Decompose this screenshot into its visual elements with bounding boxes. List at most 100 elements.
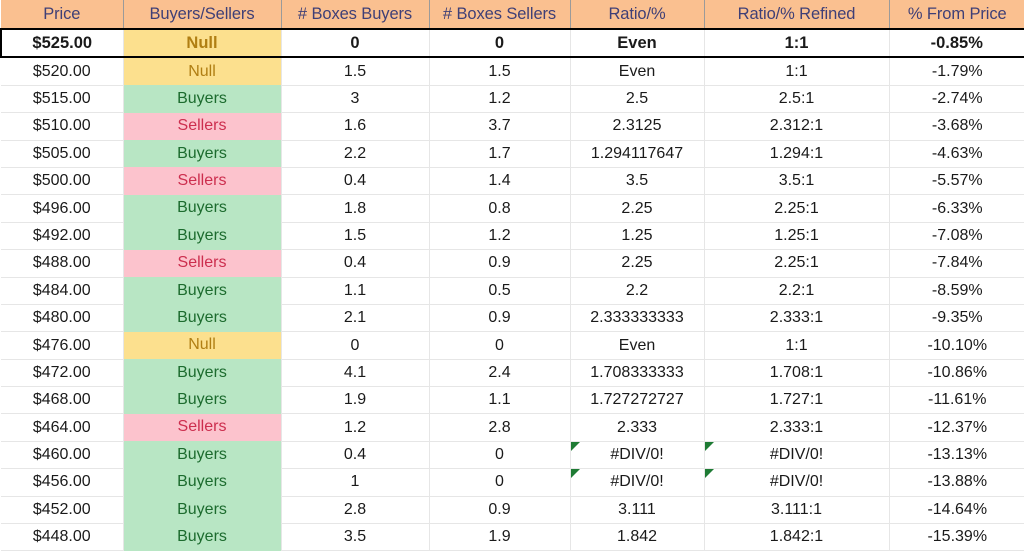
cell-price[interactable]: $520.00 [1, 57, 124, 86]
table-row[interactable]: $492.00 Buyers 1.5 1.2 1.25 1.25:1 -7.08% [1, 222, 1024, 251]
cell-ratio-refined[interactable]: 2.2:1 [704, 277, 890, 305]
cell-boxes-sellers[interactable]: 1.2 [429, 85, 571, 114]
cell-ratio[interactable]: 2.25 [570, 194, 705, 223]
cell-ratio-refined[interactable]: 2.333:1 [704, 413, 890, 442]
cell-pct-from-price[interactable]: -0.85% [889, 27, 1024, 59]
cell-pct-from-price[interactable]: -8.59% [889, 277, 1024, 305]
cell-boxes-buyers[interactable]: 2.2 [281, 140, 430, 168]
cell-ratio-refined[interactable]: 2.333:1 [704, 304, 890, 333]
cell-ratio[interactable]: 2.3125 [570, 112, 705, 141]
cell-ratio[interactable]: 3.5 [570, 167, 705, 196]
cell-ratio[interactable]: 2.333 [570, 413, 705, 442]
cell-signal[interactable]: Buyers [123, 85, 282, 113]
cell-boxes-sellers[interactable]: 1.1 [429, 386, 571, 415]
cell-ratio[interactable]: 1.294117647 [570, 140, 705, 168]
column-header-ratio-refined[interactable]: Ratio/% Refined [704, 0, 890, 30]
table-row[interactable]: $500.00 Sellers 0.4 1.4 3.5 3.5:1 -5.57% [1, 167, 1024, 196]
table-row[interactable]: $480.00 Buyers 2.1 0.9 2.333333333 2.333:1 -9.… [1, 304, 1024, 333]
cell-price[interactable]: $452.00 [1, 496, 124, 525]
cell-signal[interactable]: Buyers [123, 140, 282, 168]
table-row[interactable]: $452.00 Buyers 2.8 0.9 3.111 3.111:1 -14.64% [1, 496, 1024, 525]
cell-ratio[interactable]: 1.708333333 [570, 359, 705, 388]
cell-boxes-sellers[interactable]: 0.9 [429, 304, 571, 333]
cell-signal[interactable]: Null [123, 27, 282, 59]
cell-pct-from-price[interactable]: -10.10% [889, 331, 1024, 360]
cell-signal[interactable]: Buyers [123, 441, 282, 469]
cell-signal[interactable]: Sellers [123, 112, 282, 141]
cell-boxes-sellers[interactable]: 1.9 [429, 523, 571, 551]
cell-boxes-sellers[interactable]: 0.9 [429, 496, 571, 525]
table-row[interactable]: $515.00 Buyers 3 1.2 2.5 2.5:1 -2.74% [1, 85, 1024, 114]
cell-boxes-sellers[interactable]: 0 [429, 331, 571, 360]
cell-price[interactable]: $492.00 [1, 222, 124, 251]
cell-boxes-sellers[interactable]: 0 [429, 27, 571, 59]
cell-price[interactable]: $456.00 [1, 468, 124, 497]
cell-boxes-sellers[interactable]: 0.8 [429, 194, 571, 223]
cell-signal[interactable]: Buyers [123, 194, 282, 223]
cell-ratio-refined[interactable]: 2.5:1 [704, 85, 890, 114]
cell-pct-from-price[interactable]: -5.57% [889, 167, 1024, 196]
cell-signal[interactable]: Null [123, 57, 282, 86]
cell-price[interactable]: $472.00 [1, 359, 124, 388]
table-row[interactable]: $510.00 Sellers 1.6 3.7 2.3125 2.312:1 -3.68% [1, 112, 1024, 141]
table-row[interactable]: $520.00 Null 1.5 1.5 Even 1:1 -1.79% [1, 57, 1024, 86]
cell-boxes-buyers[interactable]: 3.5 [281, 523, 430, 551]
cell-price[interactable]: $484.00 [1, 277, 124, 305]
cell-price[interactable]: $464.00 [1, 413, 124, 442]
cell-ratio-refined[interactable]: 1:1 [704, 57, 890, 86]
cell-signal[interactable]: Sellers [123, 167, 282, 195]
cell-pct-from-price[interactable]: -13.13% [889, 441, 1024, 470]
table-row[interactable]: $464.00 Sellers 1.2 2.8 2.333 2.333:1 -12.37% [1, 413, 1024, 442]
cell-signal[interactable]: Sellers [123, 249, 282, 278]
cell-boxes-sellers[interactable]: 2.4 [429, 359, 571, 388]
cell-boxes-sellers[interactable]: 0 [429, 468, 571, 497]
cell-pct-from-price[interactable]: -10.86% [889, 359, 1024, 388]
cell-ratio[interactable]: 1.25 [570, 222, 705, 251]
table-row[interactable]: $484.00 Buyers 1.1 0.5 2.2 2.2:1 -8.59% [1, 277, 1024, 305]
cell-price[interactable]: $480.00 [1, 304, 124, 333]
cell-ratio[interactable]: #DIV/0! [570, 441, 705, 470]
cell-ratio-refined[interactable]: 2.25:1 [704, 194, 890, 223]
column-header-boxes-buyers[interactable]: # Boxes Buyers [281, 0, 430, 30]
cell-signal[interactable]: Buyers [123, 523, 282, 551]
column-header-ratio-pct[interactable]: Ratio/% [570, 0, 705, 30]
cell-price[interactable]: $525.00 [0, 27, 124, 59]
cell-ratio-refined[interactable]: 1:1 [704, 331, 890, 360]
cell-signal[interactable]: Buyers [123, 277, 282, 305]
cell-ratio-refined[interactable]: 1.708:1 [704, 359, 890, 388]
cell-pct-from-price[interactable]: -13.88% [889, 468, 1024, 497]
column-header-buyers-sellers[interactable]: Buyers/Sellers [123, 0, 282, 30]
cell-signal[interactable]: Buyers [123, 496, 282, 524]
cell-pct-from-price[interactable]: -12.37% [889, 413, 1024, 442]
table-row[interactable]: $472.00 Buyers 4.1 2.4 1.708333333 1.708:1 -10… [1, 359, 1024, 388]
cell-boxes-sellers[interactable]: 1.2 [429, 222, 571, 251]
cell-boxes-buyers[interactable]: 1.9 [281, 386, 430, 415]
cell-price[interactable]: $500.00 [1, 167, 124, 196]
cell-signal[interactable]: Buyers [123, 359, 282, 387]
cell-price[interactable]: $505.00 [1, 140, 124, 168]
cell-boxes-sellers[interactable]: 0.5 [429, 277, 571, 305]
cell-ratio-refined[interactable]: 3.5:1 [704, 167, 890, 196]
cell-ratio[interactable]: 2.25 [570, 249, 705, 278]
cell-boxes-buyers[interactable]: 1.2 [281, 413, 430, 442]
cell-boxes-buyers[interactable]: 1 [281, 468, 430, 497]
cell-pct-from-price[interactable]: -2.74% [889, 85, 1024, 114]
cell-ratio-refined[interactable]: 1.842:1 [704, 523, 890, 551]
cell-ratio-refined[interactable]: #DIV/0! [704, 468, 890, 497]
column-header-pct-from-price[interactable]: % From Price [889, 0, 1024, 30]
cell-ratio[interactable]: 2.5 [570, 85, 705, 114]
cell-boxes-buyers[interactable]: 4.1 [281, 359, 430, 388]
cell-pct-from-price[interactable]: -7.84% [889, 249, 1024, 278]
cell-signal[interactable]: Buyers [123, 304, 282, 332]
cell-ratio[interactable]: #DIV/0! [570, 468, 705, 497]
cell-boxes-buyers[interactable]: 2.8 [281, 496, 430, 525]
cell-pct-from-price[interactable]: -4.63% [889, 140, 1024, 168]
cell-ratio[interactable]: 2.333333333 [570, 304, 705, 333]
cell-ratio[interactable]: 3.111 [570, 496, 705, 525]
cell-ratio-refined[interactable]: 1.294:1 [704, 140, 890, 168]
cell-boxes-buyers[interactable]: 0.4 [281, 249, 430, 278]
cell-pct-from-price[interactable]: -11.61% [889, 386, 1024, 415]
cell-boxes-sellers[interactable]: 0 [429, 441, 571, 470]
table-row[interactable]: $468.00 Buyers 1.9 1.1 1.727272727 1.727:1 -11… [1, 386, 1024, 415]
cell-ratio[interactable]: 1.727272727 [570, 386, 705, 415]
